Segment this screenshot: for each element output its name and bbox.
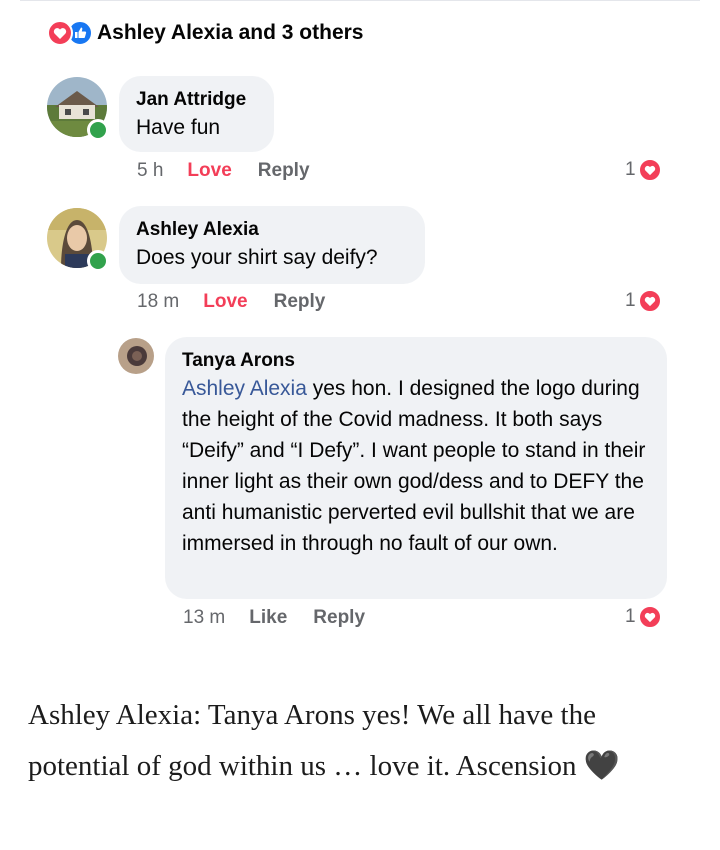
comment-author[interactable]: Ashley Alexia [136, 218, 408, 242]
reply-button[interactable]: Reply [313, 607, 365, 629]
comment-time[interactable]: 18 m [137, 291, 179, 313]
mention-link[interactable]: Ashley Alexia [182, 377, 307, 400]
online-status-indicator [87, 119, 109, 141]
comment-actions: 5 h Love Reply [137, 160, 310, 182]
love-button[interactable]: Love [187, 160, 231, 182]
avatar[interactable] [118, 338, 154, 374]
comment-time[interactable]: 5 h [137, 160, 163, 182]
comment-actions: 18 m Love Reply [137, 291, 325, 313]
comment-text: Have fun [136, 116, 221, 139]
reply-button[interactable]: Reply [274, 291, 326, 313]
comment-bubble: Ashley Alexia Does your shirt say deify? [119, 206, 425, 284]
love-reaction-icon [637, 158, 662, 182]
black-heart-icon: 🖤 [583, 750, 620, 782]
love-reaction-icon [47, 20, 73, 46]
love-button[interactable]: Love [203, 291, 247, 313]
comment-reaction-count[interactable]: 1 [625, 289, 662, 313]
comment-text: Does your shirt say deify? [136, 246, 378, 269]
reactions-summary[interactable]: Ashley Alexia and 3 others [47, 18, 364, 48]
online-status-indicator [87, 250, 109, 272]
like-button[interactable]: Like [249, 607, 287, 629]
reactions-summary-text: Ashley Alexia and 3 others [97, 21, 364, 44]
love-reaction-icon [637, 289, 662, 313]
reply-reaction-count[interactable]: 1 [625, 605, 662, 629]
love-reaction-icon [637, 605, 662, 629]
comment-reaction-count[interactable]: 1 [625, 158, 662, 182]
reply-bubble: Tanya Arons Ashley Alexia yes hon. I des… [165, 337, 667, 599]
reaction-count: 1 [625, 290, 636, 311]
reply-time[interactable]: 13 m [183, 607, 225, 629]
comment-bubble: Jan Attridge Have fun [119, 76, 274, 152]
comment-author[interactable]: Jan Attridge [136, 88, 257, 112]
reply-body: yes hon. I designed the logo during the … [182, 377, 646, 555]
reply-author[interactable]: Tanya Arons [182, 349, 650, 373]
reply-text: Ashley Alexia yes hon. I designed the lo… [182, 373, 650, 559]
reply-actions: 13 m Like Reply [183, 607, 365, 629]
divider [20, 0, 700, 1]
reaction-count: 1 [625, 606, 636, 627]
caption-text: Ashley Alexia: Tanya Arons yes! We all h… [28, 690, 688, 792]
reaction-count: 1 [625, 159, 636, 180]
reply-button[interactable]: Reply [258, 160, 310, 182]
caption-body: Ashley Alexia: Tanya Arons yes! We all h… [28, 699, 596, 782]
